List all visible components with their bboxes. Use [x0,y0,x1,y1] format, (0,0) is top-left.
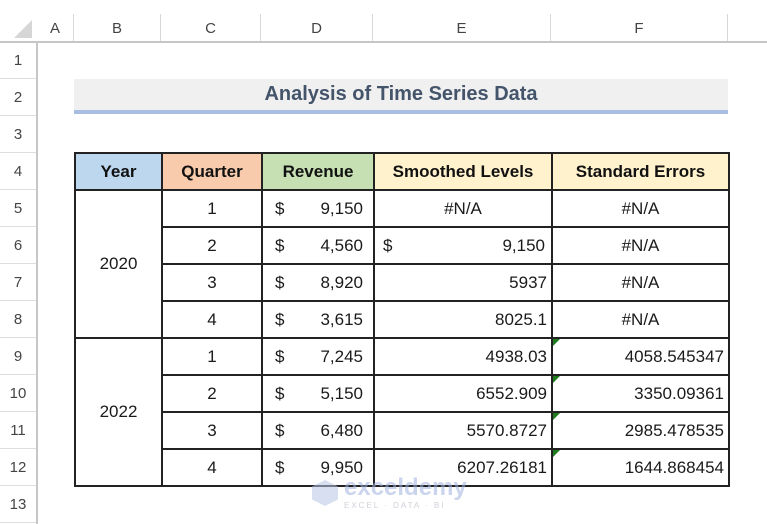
row-header-11[interactable]: 11 [0,412,36,449]
column-header-divider [0,41,767,43]
row-header-10[interactable]: 10 [0,375,36,412]
currency-symbol: $ [275,346,285,366]
column-header-d[interactable]: D [261,14,373,42]
row-header-4[interactable]: 4 [0,153,36,190]
column-header-f[interactable]: F [551,14,728,42]
data-table: Year Quarter Revenue Smoothed Levels Sta… [74,152,730,487]
smoothed-cell[interactable]: #N/A [373,189,553,228]
table-row: 2 $4,560 $9,150 #N/A [75,226,730,265]
smoothed-cell[interactable]: 5570.8727 [373,411,553,450]
stderr-cell[interactable]: 3350.09361 [551,374,730,413]
currency-symbol: $ [275,235,285,255]
select-all-corner[interactable] [14,20,32,38]
smoothed-cell[interactable]: 4938.03 [373,337,553,376]
revenue-value: 5,150 [320,383,363,403]
stderr-cell[interactable]: #N/A [551,226,730,265]
smoothed-cell[interactable]: $9,150 [373,226,553,265]
row-header-2[interactable]: 2 [0,79,36,116]
revenue-value: 7,245 [320,346,363,366]
row-header-divider [36,42,38,524]
quarter-cell[interactable]: 2 [161,226,263,265]
revenue-value: 6,480 [320,420,363,440]
currency-symbol: $ [275,272,285,292]
watermark-tagline: EXCEL · DATA · BI [344,501,446,510]
row-header-3[interactable]: 3 [0,116,36,153]
smoothed-cell[interactable]: 5937 [373,263,553,302]
row-header-1[interactable]: 1 [0,42,36,79]
revenue-cell[interactable]: $9,150 [261,189,375,228]
column-header-b[interactable]: B [74,14,161,42]
currency-symbol: $ [275,309,285,329]
row-header-13[interactable]: 13 [0,486,36,523]
revenue-cell[interactable]: $8,920 [261,263,375,302]
table-row: 2022 1 $7,245 4938.03 4058.545347 [74,337,730,487]
quarter-cell[interactable]: 4 [161,448,263,487]
row-header-7[interactable]: 7 [0,264,36,301]
revenue-value: 4,560 [320,235,363,255]
revenue-value: 9,150 [320,198,363,218]
sheet-title[interactable]: Analysis of Time Series Data [74,79,728,114]
currency-symbol: $ [275,383,285,403]
table-row: 2 $5,150 6552.909 3350.09361 [75,374,730,413]
stderr-cell[interactable]: #N/A [551,263,730,302]
row-header-12[interactable]: 12 [0,449,36,486]
stderr-cell[interactable]: #N/A [551,300,730,339]
quarter-cell[interactable]: 3 [161,411,263,450]
smoothed-value: 9,150 [502,235,545,255]
currency-symbol: $ [275,198,285,218]
header-quarter[interactable]: Quarter [161,152,263,191]
quarter-cell[interactable]: 1 [161,337,263,376]
column-header-e[interactable]: E [373,14,551,42]
smoothed-cell[interactable]: 6552.909 [373,374,553,413]
header-smoothed-levels[interactable]: Smoothed Levels [373,152,553,191]
revenue-cell[interactable]: $4,560 [261,226,375,265]
table-header-row: Year Quarter Revenue Smoothed Levels Sta… [74,152,730,191]
currency-symbol: $ [275,420,285,440]
smoothed-cell[interactable]: 8025.1 [373,300,553,339]
table-row: 4 $3,615 8025.1 #N/A [75,300,730,339]
revenue-value: 3,615 [320,309,363,329]
quarter-cell[interactable]: 4 [161,300,263,339]
revenue-value: 8,920 [320,272,363,292]
header-revenue[interactable]: Revenue [261,152,375,191]
header-standard-errors[interactable]: Standard Errors [551,152,730,191]
header-year[interactable]: Year [74,152,163,191]
exceldemy-logo-icon [312,480,338,506]
row-header-6[interactable]: 6 [0,227,36,264]
revenue-cell[interactable]: $6,480 [261,411,375,450]
column-header-a[interactable]: A [37,14,74,42]
revenue-cell[interactable]: $3,615 [261,300,375,339]
row-header-8[interactable]: 8 [0,301,36,338]
stderr-cell[interactable]: #N/A [551,189,730,228]
quarter-cell[interactable]: 1 [161,189,263,228]
stderr-cell[interactable]: 4058.545347 [551,337,730,376]
row-header-9[interactable]: 9 [0,338,36,375]
revenue-cell[interactable]: $7,245 [261,337,375,376]
revenue-cell[interactable]: $5,150 [261,374,375,413]
currency-symbol: $ [383,235,393,255]
row-header-5[interactable]: 5 [0,190,36,227]
stderr-cell[interactable]: 2985.478535 [551,411,730,450]
quarter-cell[interactable]: 2 [161,374,263,413]
table-row: 3 $6,480 5570.8727 2985.478535 [75,411,730,450]
watermark: exceldemy EXCEL · DATA · BI [312,476,467,510]
table-row: 3 $8,920 5937 #N/A [75,263,730,302]
currency-symbol: $ [275,457,285,477]
table-row: 2020 1 $9,150 #N/A #N/A [74,189,730,339]
stderr-cell[interactable]: 1644.868454 [551,448,730,487]
quarter-cell[interactable]: 3 [161,263,263,302]
column-header-c[interactable]: C [161,14,261,42]
year-cell[interactable]: 2022 [74,337,163,487]
year-cell[interactable]: 2020 [74,189,163,339]
watermark-name: exceldemy [344,474,467,501]
